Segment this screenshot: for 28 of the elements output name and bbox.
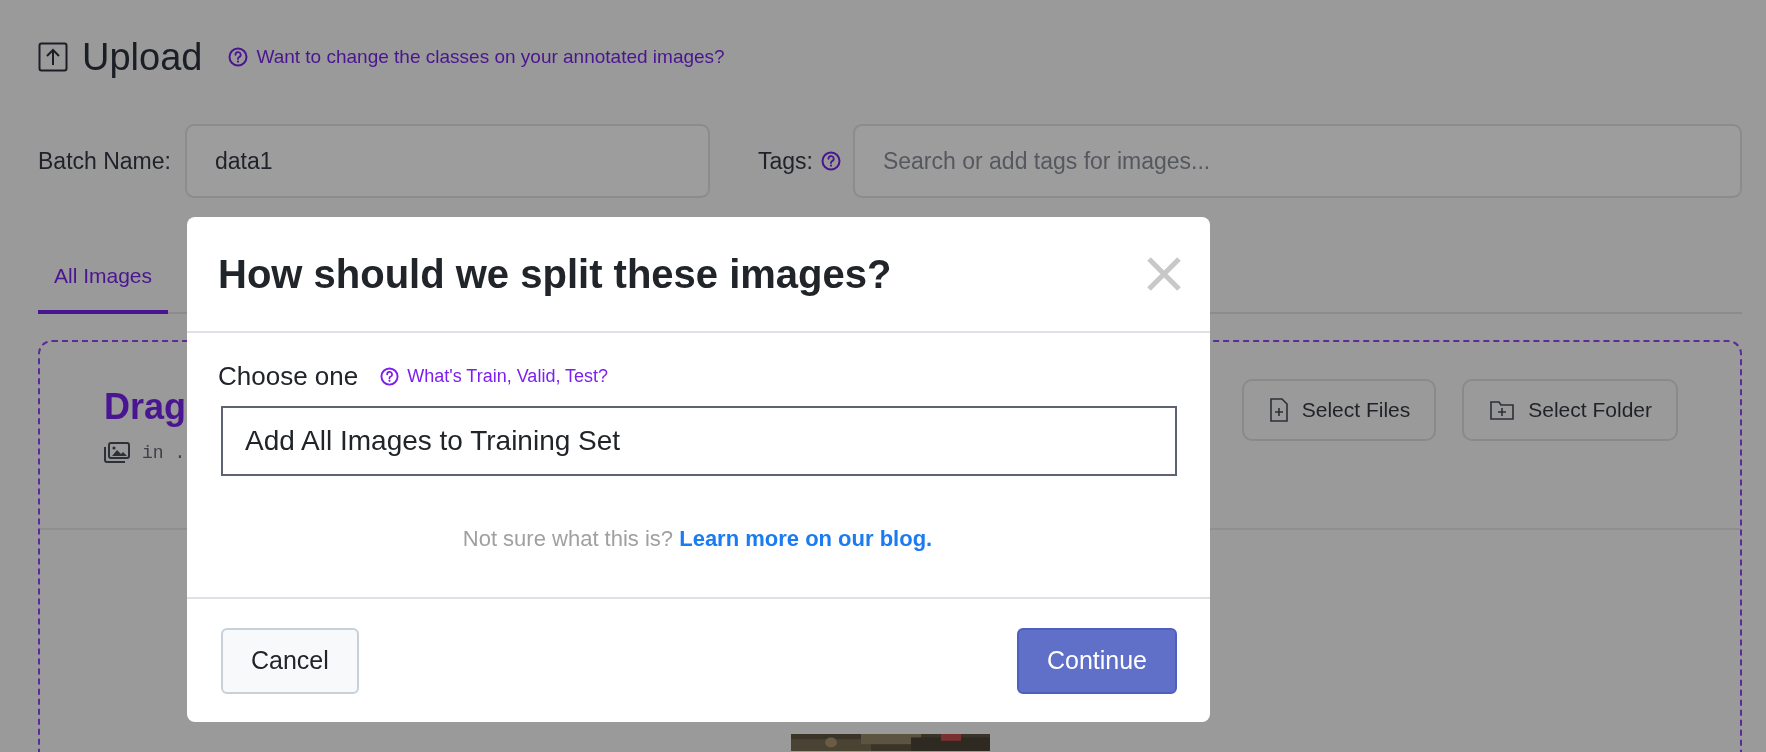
select-folder-button[interactable]: Select Folder (1462, 379, 1678, 441)
help-link[interactable]: What's Train, Valid, Test? (380, 366, 609, 387)
cancel-button[interactable]: Cancel (221, 627, 359, 694)
file-plus-icon (1269, 398, 1288, 422)
help-icon (380, 367, 400, 386)
help-icon (228, 47, 249, 67)
tab[interactable]: All Images (38, 250, 169, 314)
upload-icon (38, 42, 68, 72)
folder-plus-icon (1490, 400, 1515, 420)
field-label: Tags: (757, 147, 813, 175)
images-icon (104, 442, 130, 464)
help-link[interactable]: Want to change the classes on your annotated images? (228, 46, 725, 68)
field-label: Batch Name: (38, 147, 171, 175)
drop-heading: Drag (104, 386, 187, 428)
batch-name-field[interactable]: data1 (184, 124, 710, 198)
close-icon (1146, 256, 1182, 292)
select-files-button[interactable]: Select Files (1241, 379, 1437, 441)
help-icon (820, 151, 841, 171)
split-select[interactable]: Add All Images to Training Set (221, 406, 1177, 476)
blog-link[interactable]: Learn more on our blog. (679, 526, 933, 551)
help-note: Not sure what this is? Learn more on our blog. (461, 526, 934, 552)
dialog-title: How should we split these images? (218, 251, 892, 297)
continue-button[interactable]: Continue (1016, 627, 1177, 694)
drop-subtext: in . (142, 443, 186, 463)
field-label: Choose one (218, 361, 359, 392)
page-title: Upload (82, 35, 203, 79)
close-button[interactable] (1146, 256, 1182, 292)
tags-field[interactable]: Search or add tags for images... (852, 124, 1742, 198)
